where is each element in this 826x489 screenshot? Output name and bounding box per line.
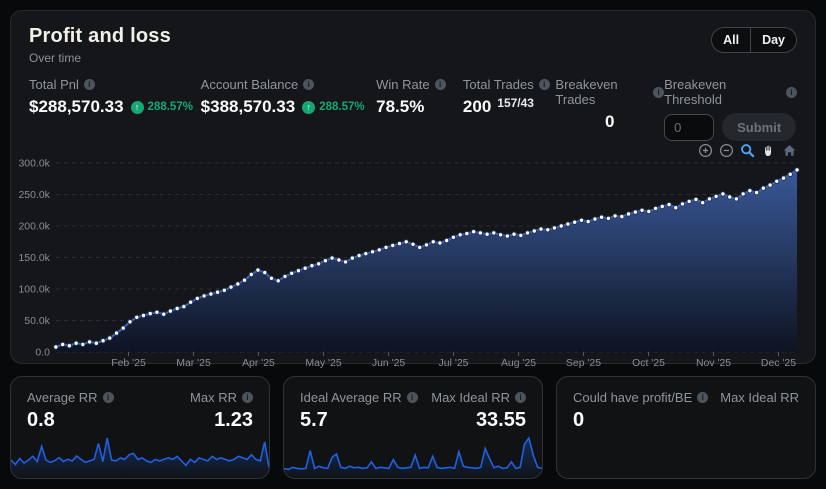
svg-text:Feb '25: Feb '25 [111,358,146,369]
svg-text:150.0k: 150.0k [19,253,51,264]
balance-change-badge: 288.57% [302,100,365,114]
info-icon[interactable] [83,79,95,90]
max-ideal-rr-value: 33.55 [475,409,526,431]
title-block: Profit and loss Over time [29,25,171,65]
svg-text:Aug '25: Aug '25 [501,358,536,369]
info-icon[interactable] [406,392,418,403]
stat-value: 78.5% [376,97,425,116]
svg-text:May '25: May '25 [305,358,341,369]
stat-breakeven-threshold: Breakeven Threshold Submit [664,77,797,141]
rr-sparkline [11,432,269,478]
metric-cards-row: Average RR Max RR 0.8 1.23 Ideal Average… [10,376,816,479]
svg-text:Nov '25: Nov '25 [696,358,731,369]
info-icon[interactable] [697,392,709,403]
page-title: Profit and loss [29,25,171,47]
svg-text:50.0k: 50.0k [24,316,50,327]
info-icon[interactable] [434,79,446,90]
info-icon[interactable] [786,86,797,98]
stat-label: Total Trades [462,77,534,92]
arrow-up-icon [130,100,144,114]
max-rr-value: 1.23 [214,409,253,431]
dashboard-page: Profit and loss Over time All Day Total … [0,0,826,489]
breakeven-threshold-input[interactable] [664,113,715,141]
max-ideal-rr-label-2: Max Ideal RR [720,390,799,405]
pnl-change-badge: 288.57% [130,100,193,114]
svg-text:Mar '25: Mar '25 [176,358,211,369]
svg-text:Apr '25: Apr '25 [242,358,275,369]
zoom-in-icon[interactable] [698,143,713,158]
pan-hand-icon[interactable] [761,143,776,158]
stat-value: $388,570.33 [200,97,296,116]
balance-change-text: 288.57% [319,101,365,113]
stat-total-trades: Total Trades 200 157/43 [463,77,556,141]
svg-text:Dec '25: Dec '25 [761,358,796,369]
stat-label: Win Rate [376,77,430,92]
svg-text:0.0: 0.0 [35,347,50,358]
svg-text:Oct '25: Oct '25 [632,358,665,369]
svg-text:Jul '25: Jul '25 [439,358,469,369]
arrow-up-icon [302,100,316,114]
box-zoom-magnifier-icon[interactable] [740,143,755,158]
could-have-profit-card: Could have profit/BE Max Ideal RR 0 [556,376,816,479]
info-icon[interactable] [303,79,315,90]
profit-loss-card: Profit and loss Over time All Day Total … [10,10,816,369]
svg-text:300.0k: 300.0k [19,158,51,169]
ideal-average-rr-value: 5.7 [300,409,328,431]
range-toggle: All Day [711,27,797,53]
ideal-rr-card: Ideal Average RR Max Ideal RR 5.7 33.55 [283,376,543,479]
could-have-profit-label: Could have profit/BE [573,390,693,405]
stat-label: Account Balance [200,77,299,92]
svg-text:Sep '25: Sep '25 [566,358,601,369]
average-rr-card: Average RR Max RR 0.8 1.23 [10,376,270,479]
stat-total-pnl: Total Pnl $288,570.33 288.57% [29,77,201,141]
svg-text:200.0k: 200.0k [19,221,51,232]
svg-text:Jun '25: Jun '25 [372,358,406,369]
submit-button[interactable]: Submit [722,113,797,141]
stat-value: $288,570.33 [29,97,124,116]
stat-label: Breakeven Trades [555,77,618,107]
stat-value: 200 [462,97,492,116]
stats-row: Total Pnl $288,570.33 288.57% Account Ba… [29,77,797,141]
max-ideal-rr-label: Max Ideal RR [431,390,510,405]
info-icon[interactable] [102,392,114,403]
svg-text:100.0k: 100.0k [19,284,51,295]
range-day-button[interactable]: Day [750,28,796,52]
reset-axes-home-icon[interactable] [782,143,797,158]
pnl-change-text: 288.57% [147,101,193,113]
average-rr-label: Average RR [27,390,98,405]
stat-value: 0 [605,112,615,131]
win-loss-split: 157/43 [497,96,534,110]
max-rr-label: Max RR [190,390,237,405]
chart-toolbar [29,143,797,158]
stat-win-rate: Win Rate 78.5% [376,77,463,141]
info-icon[interactable] [538,79,550,90]
stat-label: Breakeven Threshold [664,77,727,107]
stat-label: Total Pnl [29,77,79,92]
page-subtitle: Over time [29,51,82,65]
info-icon[interactable] [515,392,526,403]
could-have-profit-value: 0 [573,409,585,431]
card-header: Profit and loss Over time All Day [29,25,797,65]
info-icon[interactable] [242,392,253,403]
average-rr-value: 0.8 [27,409,55,431]
range-all-button[interactable]: All [712,28,750,52]
pnl-chart[interactable]: 0.0 50.0k 100.0k 150.0k 200.0k 250.0k 300.0k Fe… [11,158,815,378]
zoom-out-icon[interactable] [719,143,734,158]
ideal-average-rr-label: Ideal Average RR [300,390,402,405]
ideal-rr-sparkline [284,432,542,478]
stat-account-balance: Account Balance $388,570.33 288.57% [201,77,376,141]
info-icon[interactable] [653,86,665,98]
svg-text:250.0k: 250.0k [19,190,51,201]
stat-breakeven-trades: Breakeven Trades 0 [555,77,665,141]
